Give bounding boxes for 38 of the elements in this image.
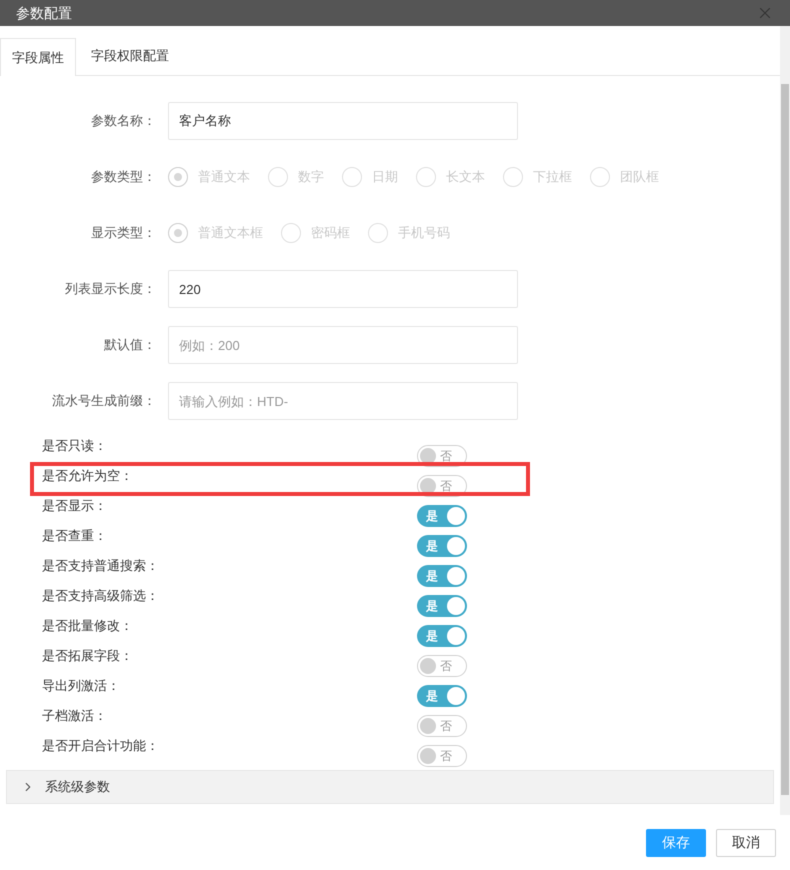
scrollbar[interactable] bbox=[780, 26, 790, 815]
text-field[interactable]: 220 bbox=[168, 270, 518, 308]
toggle-switch[interactable]: 否 bbox=[417, 715, 467, 737]
toggle-switch[interactable]: 是 bbox=[417, 595, 467, 617]
cancel-button[interactable]: 取消 bbox=[716, 828, 776, 856]
toggle-switch[interactable]: 是 bbox=[417, 505, 467, 527]
switch-label: 是否支持高级筛选： bbox=[41, 587, 160, 605]
tab[interactable]: 字段权限配置 bbox=[76, 37, 184, 75]
switch-label: 是否允许为空： bbox=[41, 467, 134, 485]
switch-label: 导出列激活： bbox=[41, 677, 121, 695]
toggle-switch[interactable]: 否 bbox=[417, 745, 467, 767]
toggle-switch[interactable]: 否 bbox=[417, 655, 467, 677]
field-label: 列表显示长度： bbox=[64, 280, 156, 298]
toggle-switch[interactable]: 是 bbox=[417, 565, 467, 587]
text-field[interactable]: 请输入例如：HTD- bbox=[168, 382, 518, 420]
switch-label: 是否支持普通搜索： bbox=[41, 557, 160, 575]
save-button[interactable]: 保存 bbox=[646, 828, 706, 856]
switch-label: 是否批量修改： bbox=[41, 617, 134, 635]
tab[interactable]: 字段属性 bbox=[0, 38, 76, 76]
switch-label: 是否只读： bbox=[41, 437, 108, 455]
switch-label: 是否开启合计功能： bbox=[41, 737, 160, 755]
switch-label: 是否显示： bbox=[41, 497, 108, 515]
text-field[interactable]: 客户名称 bbox=[168, 102, 518, 140]
field-label: 默认值： bbox=[103, 336, 156, 354]
switch-label: 是否查重： bbox=[41, 527, 108, 545]
collapse-panel[interactable]: 系统级参数 bbox=[6, 770, 774, 804]
field-label: 显示类型： bbox=[90, 224, 156, 242]
switch-label: 子档激活： bbox=[41, 707, 108, 725]
field-label: 参数名称： bbox=[90, 112, 156, 130]
field-label: 参数类型： bbox=[90, 168, 156, 186]
field-label: 流水号生成前缀： bbox=[51, 392, 156, 410]
section-title: 系统级参数 bbox=[45, 778, 110, 796]
switch-label: 是否拓展字段： bbox=[41, 647, 134, 665]
toggle-switch[interactable]: 是 bbox=[417, 535, 467, 557]
text-field[interactable]: 例如：200 bbox=[168, 326, 518, 364]
toggle-switch[interactable]: 是 bbox=[417, 625, 467, 647]
toggle-switch[interactable]: 是 bbox=[417, 685, 467, 707]
window-title: 参数配置 bbox=[16, 4, 72, 22]
